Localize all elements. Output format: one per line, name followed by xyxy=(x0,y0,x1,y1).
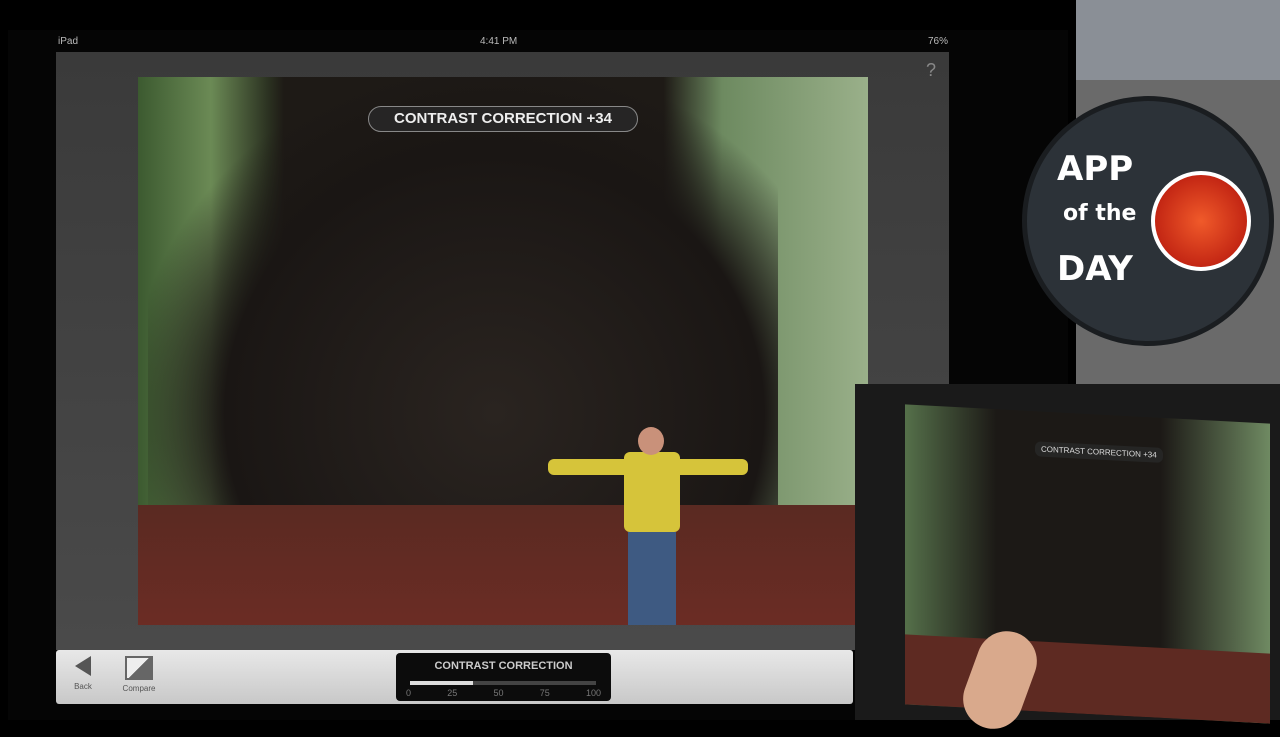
person-head xyxy=(638,427,664,455)
tick: 100 xyxy=(585,688,601,698)
forest-floor xyxy=(138,505,868,625)
device-label: iPad xyxy=(58,36,79,47)
tree-trunk xyxy=(148,77,778,557)
back-label: Back xyxy=(74,682,92,691)
person-legs xyxy=(628,532,676,625)
inset-badge: CONTRAST CORRECTION +34 xyxy=(1035,441,1163,463)
logo-text: of the xyxy=(1063,201,1137,226)
status-bar: iPad 4:41 PM 76% xyxy=(50,34,950,50)
battery: 76% xyxy=(927,36,948,47)
photo-canvas[interactable] xyxy=(138,77,868,625)
compare-button[interactable]: Compare xyxy=(116,656,162,693)
back-button[interactable]: Back xyxy=(68,656,98,691)
tick: 0 xyxy=(406,688,412,698)
slider-track[interactable] xyxy=(410,681,596,685)
contrast-slider[interactable]: CONTRAST CORRECTION 0 25 50 75 100 xyxy=(396,653,611,701)
flame-icon xyxy=(1151,171,1251,271)
slider-ticks: 0 25 50 75 100 xyxy=(406,688,601,698)
inset-video: CONTRAST CORRECTION +34 xyxy=(855,384,1280,724)
slider-title: CONTRAST CORRECTION xyxy=(434,660,573,672)
logo-text: DAY xyxy=(1057,249,1133,289)
tick: 75 xyxy=(539,688,550,698)
person xyxy=(624,452,680,532)
compare-label: Compare xyxy=(122,684,156,693)
back-arrow-icon xyxy=(75,656,91,676)
inset-ipad-screen: CONTRAST CORRECTION +34 xyxy=(905,404,1270,724)
tick: 50 xyxy=(493,688,504,698)
app-of-the-day-logo: APP of the DAY xyxy=(1022,96,1274,346)
help-button[interactable]: ? xyxy=(926,60,936,81)
logo-text: APP xyxy=(1057,149,1134,189)
image-icon xyxy=(125,656,153,680)
slider-fill xyxy=(410,681,474,685)
adjustment-badge: CONTRAST CORRECTION +34 xyxy=(368,106,638,132)
tick: 25 xyxy=(447,688,458,698)
clock: 4:41 PM xyxy=(480,36,518,47)
